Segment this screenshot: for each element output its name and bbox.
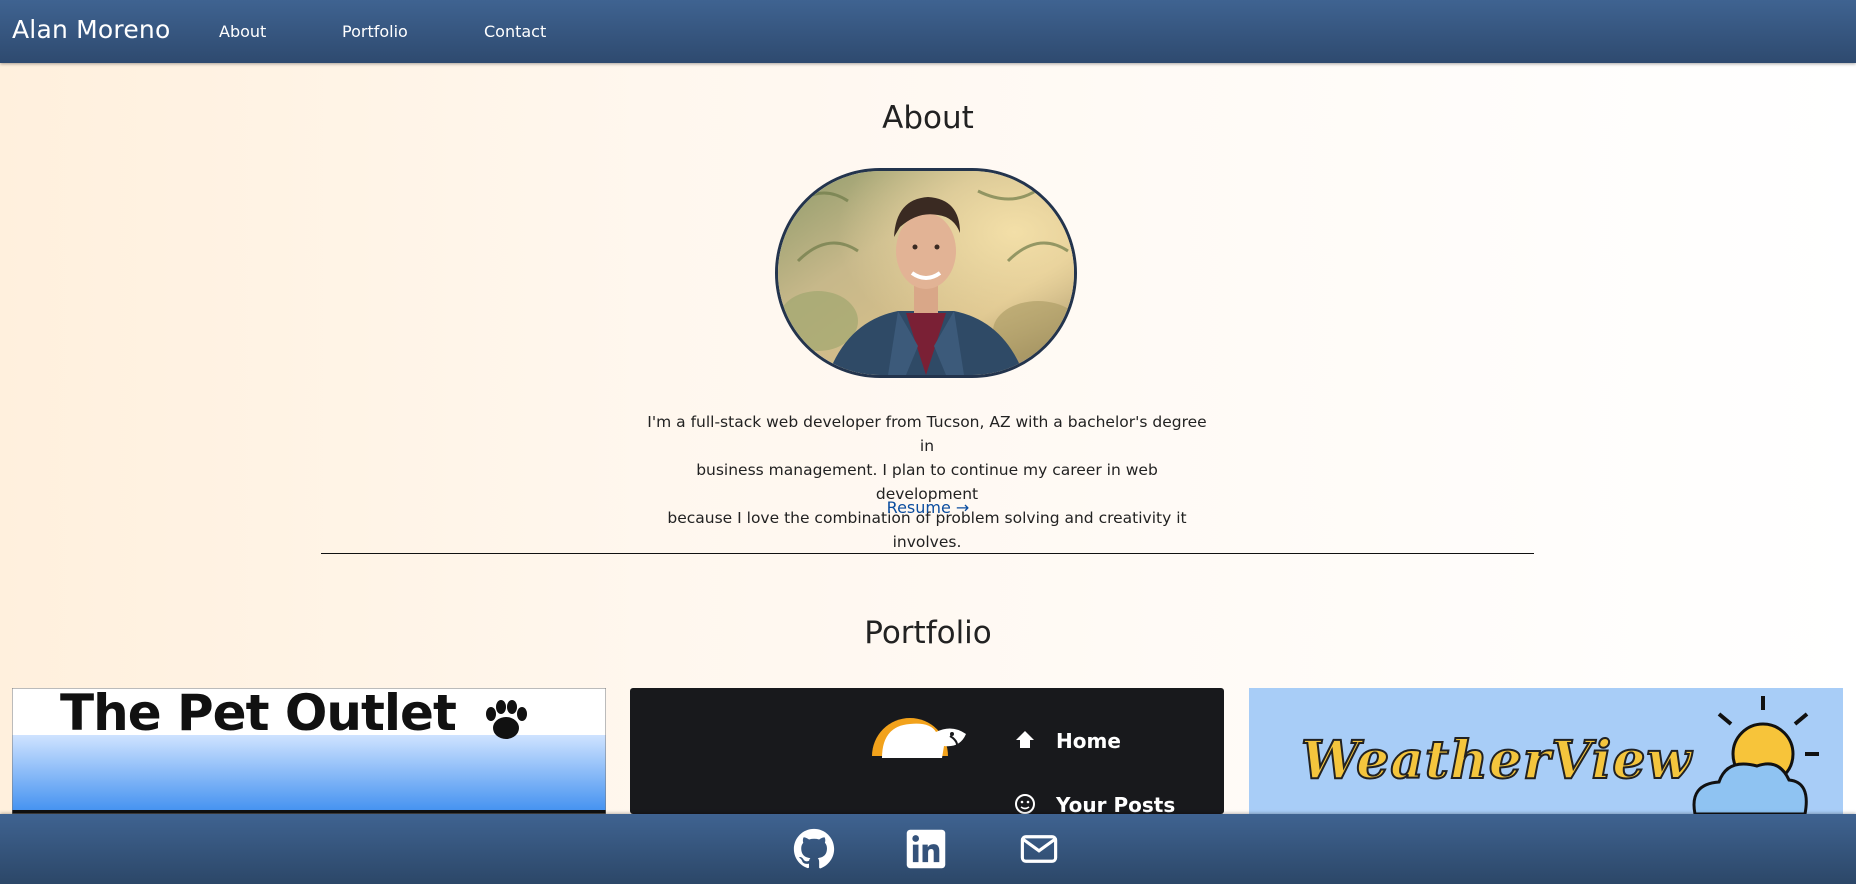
nav-link-about[interactable]: About — [219, 22, 266, 41]
bio-line: I'm a full-stack web developer from Tucs… — [647, 413, 1207, 455]
resume-link[interactable]: Resume → — [0, 498, 1856, 517]
footer-bar — [0, 814, 1856, 884]
menu-item-your-posts: Your Posts — [1056, 793, 1176, 814]
nav-link-contact[interactable]: Contact — [484, 22, 546, 41]
project-title-weatherview: WeatherView — [1300, 729, 1693, 792]
menu-item-home: Home — [1056, 729, 1121, 753]
brand-name[interactable]: Alan Moreno — [12, 15, 170, 44]
project-card-weatherview[interactable]: WeatherView — [1249, 688, 1843, 814]
github-icon[interactable] — [793, 828, 835, 870]
resume-label: Resume — [886, 498, 951, 517]
section-divider — [321, 553, 1534, 554]
profile-photo — [775, 168, 1077, 378]
portfolio-heading: Portfolio — [864, 615, 992, 651]
project-card-pet-outlet[interactable]: The Pet Outlet — [12, 688, 606, 814]
linkedin-icon[interactable] — [905, 828, 947, 870]
bio-text: I'm a full-stack web developer from Tucs… — [646, 410, 1208, 554]
about-heading: About — [882, 100, 974, 136]
email-icon[interactable] — [1018, 828, 1060, 870]
arrow-right-icon: → — [955, 498, 970, 517]
nav-link-portfolio[interactable]: Portfolio — [342, 22, 408, 41]
project-card-social-app[interactable]: Home Your Posts — [630, 688, 1224, 814]
top-navbar: Alan Moreno About Portfolio Contact — [0, 0, 1856, 63]
project-title-pet-outlet: The Pet Outlet — [60, 688, 457, 742]
